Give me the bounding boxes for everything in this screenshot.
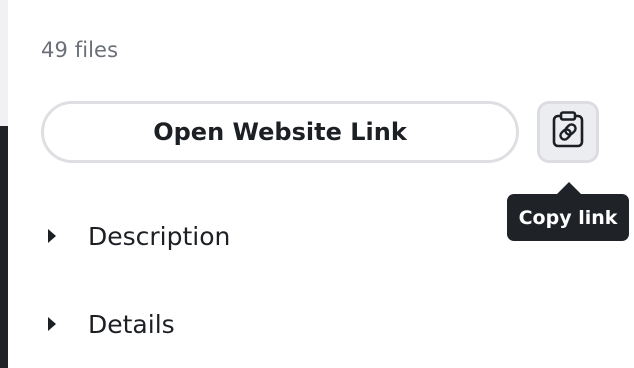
background-edge-dark — [0, 126, 8, 368]
open-website-link-label: Open Website Link — [153, 118, 407, 146]
section-description-label: Description — [88, 221, 231, 251]
section-details-label: Details — [88, 309, 175, 339]
background-edge-light — [0, 0, 8, 126]
file-count: 49 files — [41, 38, 119, 62]
page: 49 files Open Website Link Copy link Des… — [0, 0, 634, 368]
tooltip-text: Copy link — [518, 206, 618, 229]
clipboard-link-icon — [551, 111, 585, 153]
tooltip-arrow — [557, 182, 581, 194]
copy-link-button[interactable] — [537, 101, 599, 163]
open-website-link-button[interactable]: Open Website Link — [41, 101, 519, 163]
caret-right-icon — [48, 317, 56, 331]
copy-link-tooltip: Copy link — [507, 194, 629, 241]
section-description[interactable]: Description — [48, 216, 230, 256]
section-details[interactable]: Details — [48, 304, 175, 344]
side-panel: 49 files Open Website Link Copy link Des… — [8, 0, 634, 368]
caret-right-icon — [48, 229, 56, 243]
